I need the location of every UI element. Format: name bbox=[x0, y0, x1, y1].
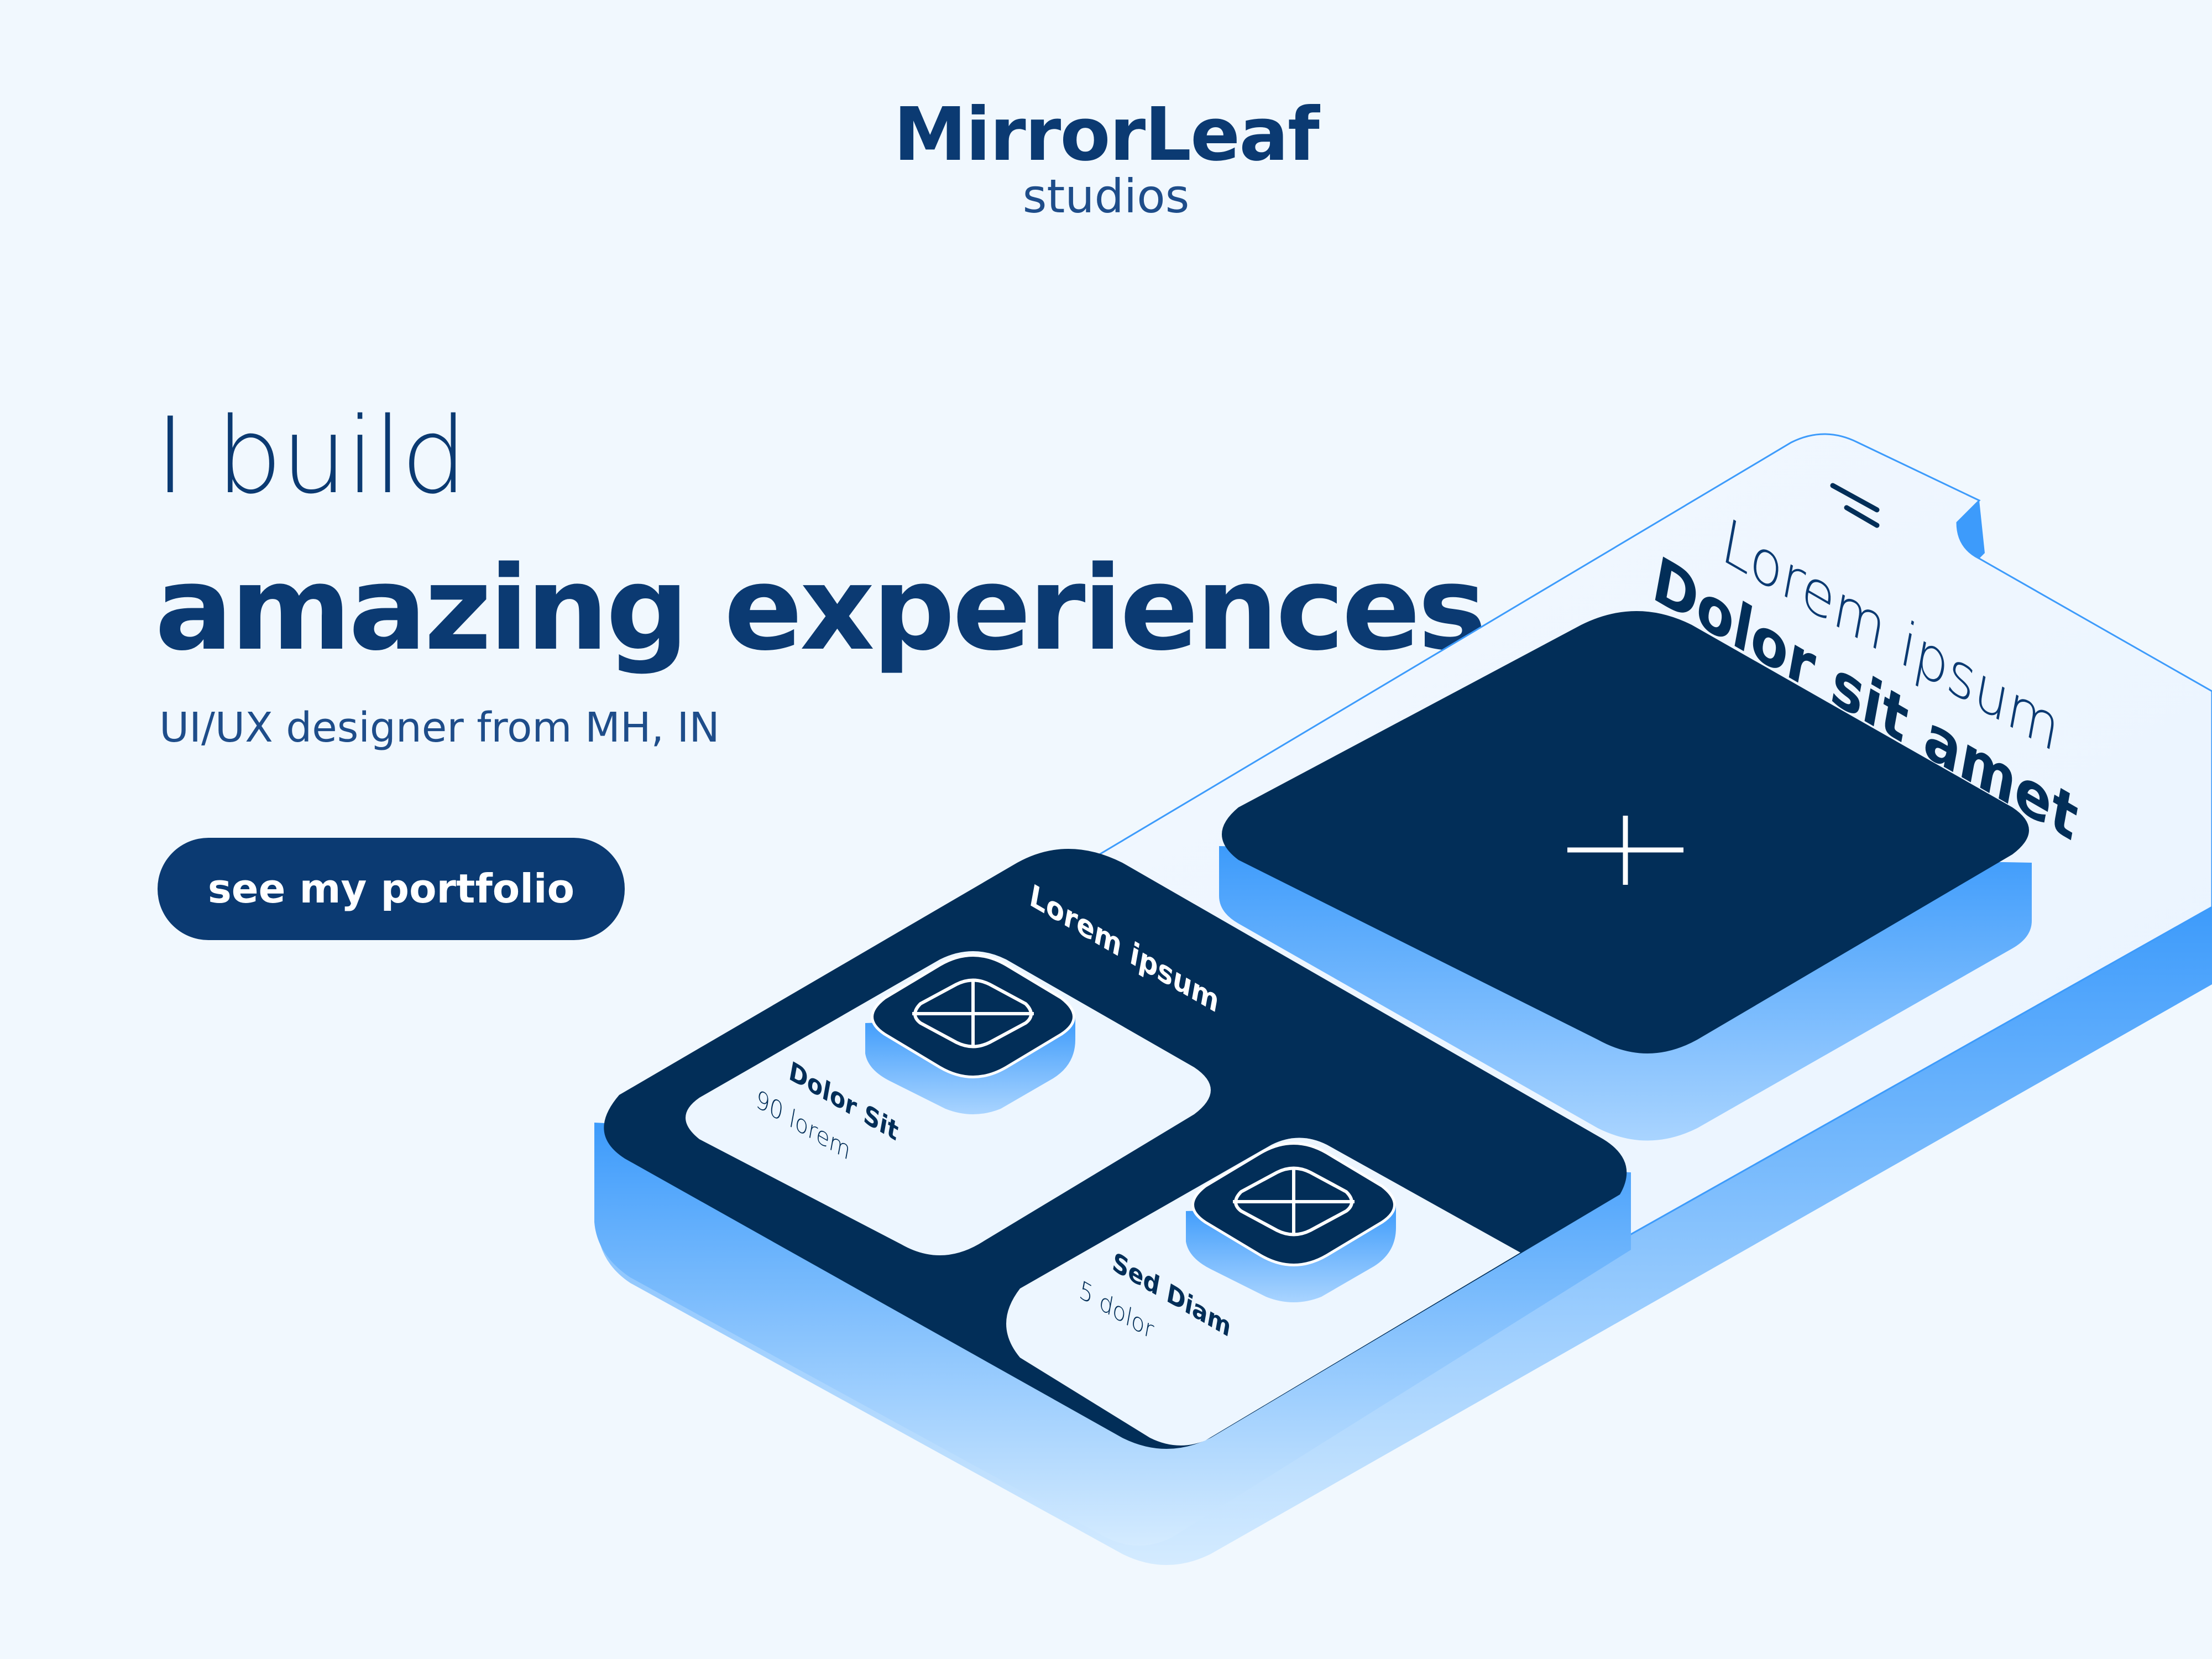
isometric-phone-illustration: Lorem ipsum Dolor sit amet Lorem ipsum D… bbox=[594, 433, 2212, 1565]
landing-page: MirrorLeaf studios I build amazing exper… bbox=[0, 0, 2212, 1659]
